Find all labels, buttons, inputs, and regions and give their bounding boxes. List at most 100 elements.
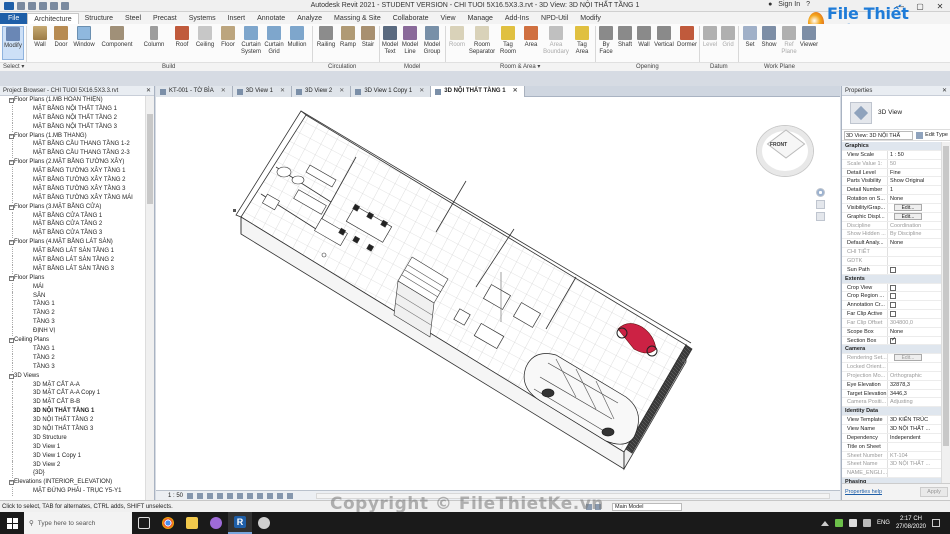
property-value[interactable]: Independent xyxy=(888,434,941,442)
property-value[interactable]: Fine xyxy=(888,169,941,177)
tree-item[interactable]: 3D NỘI THẤT TẦNG 3 xyxy=(0,424,144,434)
tree-item[interactable]: MẶT BẰNG CỬA TẦNG 2 xyxy=(0,220,144,230)
tab-annotate[interactable]: Annotate xyxy=(251,13,291,24)
property-value[interactable] xyxy=(888,301,941,309)
property-row[interactable]: View Template 3D KIẾN TRÚC xyxy=(842,416,941,425)
ceiling-button[interactable]: Ceiling xyxy=(193,26,217,60)
tab-architecture[interactable]: Architecture xyxy=(27,13,79,24)
view-tab[interactable]: KT-001 - TỜ BÌA ✕ xyxy=(156,86,233,97)
property-row[interactable]: Scope Box None xyxy=(842,327,941,337)
checkbox[interactable] xyxy=(890,284,896,291)
property-row[interactable]: Scale Value 1: 50 xyxy=(842,159,941,169)
property-row[interactable]: Visibility/Grap... Edit... xyxy=(842,203,941,213)
property-value[interactable]: Show Original xyxy=(888,177,941,185)
model-group-button[interactable]: Model Group xyxy=(421,26,443,60)
level-button[interactable]: Level xyxy=(701,26,719,60)
tab-manage[interactable]: Manage xyxy=(462,13,499,24)
column-button[interactable]: Column xyxy=(142,26,166,60)
browser-scrollbar[interactable] xyxy=(145,96,154,500)
property-row[interactable]: Sheet Name 3D NỘI THẤT ... xyxy=(842,460,941,470)
property-value[interactable] xyxy=(888,443,941,451)
taskbar-search[interactable]: ⚲ Type here to search xyxy=(24,512,132,534)
close-tab-icon[interactable]: ✕ xyxy=(280,86,285,97)
property-row[interactable]: Projection Mo... Orthographic xyxy=(842,371,941,381)
start-button[interactable] xyxy=(0,512,24,534)
tab-file[interactable]: File xyxy=(0,13,28,24)
tree-item[interactable]: MẶT BẰNG TƯỜNG XÂY TẦNG MÁI xyxy=(0,193,144,203)
tab-view[interactable]: View xyxy=(435,13,462,24)
tab-insert[interactable]: Insert xyxy=(222,13,252,24)
property-row[interactable]: Rendering Set... Edit... xyxy=(842,354,941,364)
close-icon[interactable]: ✕ xyxy=(146,86,151,95)
drawing-canvas[interactable] xyxy=(156,97,840,490)
tab-add-ins[interactable]: Add-Ins xyxy=(499,13,535,24)
tree-item[interactable]: 3D MẶT CẮT A-A Copy 1 xyxy=(0,389,144,399)
property-value[interactable]: 50 xyxy=(888,160,941,168)
property-section[interactable]: Extents xyxy=(842,274,941,284)
view-tab[interactable]: 3D View 1 Copy 1 ✕ xyxy=(351,86,432,97)
component-button[interactable]: Component xyxy=(99,26,135,60)
property-value[interactable]: Adjusting xyxy=(888,398,941,406)
collapse-icon[interactable]: − xyxy=(9,133,14,139)
curtain-grid-button[interactable]: Curtain Grid xyxy=(263,26,285,60)
tree-item[interactable]: {3D} xyxy=(0,469,144,479)
property-value[interactable]: Orthographic xyxy=(888,372,941,380)
property-value[interactable]: KT-104 xyxy=(888,452,941,460)
tree-group[interactable]: − Elevations (INTERIOR_ELEVATION) xyxy=(0,478,144,487)
tree-item[interactable]: MẶT BẰNG CẦU THANG TẦNG 2-3 xyxy=(0,149,144,159)
tree-item[interactable]: TẦNG 2 xyxy=(0,353,144,363)
tree-item[interactable]: 3D View 2 xyxy=(0,460,144,470)
tree-group[interactable]: − Floor Plans (1.MB HOÀN THIỆN) xyxy=(0,96,144,105)
roof-button[interactable]: Roof xyxy=(173,26,191,60)
property-row[interactable]: Discipline Coordination xyxy=(842,221,941,231)
collapse-icon[interactable]: − xyxy=(9,275,14,281)
property-row[interactable]: Far Clip Active xyxy=(842,310,941,319)
tree-group[interactable]: − Floor Plans (2.MẶT BẰNG TƯỜNG XÂY) xyxy=(0,158,144,167)
show-work-plane-button[interactable]: Show xyxy=(760,26,778,60)
property-value[interactable] xyxy=(888,363,941,371)
tree-item[interactable]: SÂN xyxy=(0,291,144,301)
grid-button[interactable]: Grid xyxy=(720,26,736,60)
lock-view-icon[interactable] xyxy=(257,492,264,499)
tree-item[interactable]: MẶT BẰNG NỘI THẤT TẦNG 1 xyxy=(0,104,144,114)
property-value[interactable]: None xyxy=(888,239,941,247)
modify-button[interactable]: Modify xyxy=(2,26,24,60)
close-tab-icon[interactable]: ✕ xyxy=(221,86,226,97)
property-row[interactable]: Eye Elevation 32878,3 xyxy=(842,380,941,390)
tree-item[interactable]: 3D NỘI THẤT TẦNG 2 xyxy=(0,416,144,425)
tree-group[interactable]: − Floor Plans (4.MẶT BẰNG LÁT SÀN) xyxy=(0,238,144,247)
collapse-icon[interactable]: − xyxy=(9,338,14,344)
wall-opening-button[interactable]: Wall xyxy=(636,26,652,60)
panel-select[interactable]: Select ▾ xyxy=(3,63,24,72)
type-selector[interactable]: 3D View xyxy=(842,96,950,130)
edit-button[interactable]: Edit... xyxy=(894,354,922,362)
camera-app-button[interactable] xyxy=(204,512,228,534)
property-row[interactable]: Show Hidden ... By Discipline xyxy=(842,230,941,240)
railing-button[interactable]: Railing xyxy=(315,26,337,60)
opening-by-face-button[interactable]: By Face xyxy=(597,26,615,60)
show-crop-icon[interactable] xyxy=(247,492,254,499)
checkbox[interactable] xyxy=(890,311,896,318)
property-row[interactable]: Sheet Number KT-104 xyxy=(842,451,941,461)
property-value[interactable] xyxy=(888,248,941,256)
tab-npd-util[interactable]: NPD-Util xyxy=(535,13,574,24)
property-row[interactable]: Section Box xyxy=(842,336,941,346)
checkbox[interactable] xyxy=(890,266,896,273)
active-model-selector[interactable]: Main Model xyxy=(612,503,682,511)
viewcube[interactable]: FRONT xyxy=(755,118,815,178)
input-language[interactable]: ENG xyxy=(877,520,890,526)
tree-item[interactable]: 3D Structure xyxy=(0,433,144,443)
close-tab-icon[interactable]: ✕ xyxy=(513,86,518,97)
door-button[interactable]: Door xyxy=(52,26,70,60)
apply-button[interactable]: Apply xyxy=(920,487,948,497)
room-button[interactable]: Room xyxy=(447,26,467,60)
property-row[interactable]: CHI TIẾT xyxy=(842,248,941,257)
temp-hide-icon[interactable] xyxy=(267,492,274,499)
property-value[interactable] xyxy=(888,292,941,300)
tree-item[interactable]: 3D View 1 Copy 1 xyxy=(0,451,144,461)
property-row[interactable]: Graphic Displ... Edit... xyxy=(842,212,941,222)
scrollbar-thumb[interactable] xyxy=(147,114,153,204)
tab-precast[interactable]: Precast xyxy=(147,13,183,24)
analytical-model-icon[interactable] xyxy=(287,492,294,499)
view-tab[interactable]: 3D View 2 ✕ xyxy=(292,86,352,97)
